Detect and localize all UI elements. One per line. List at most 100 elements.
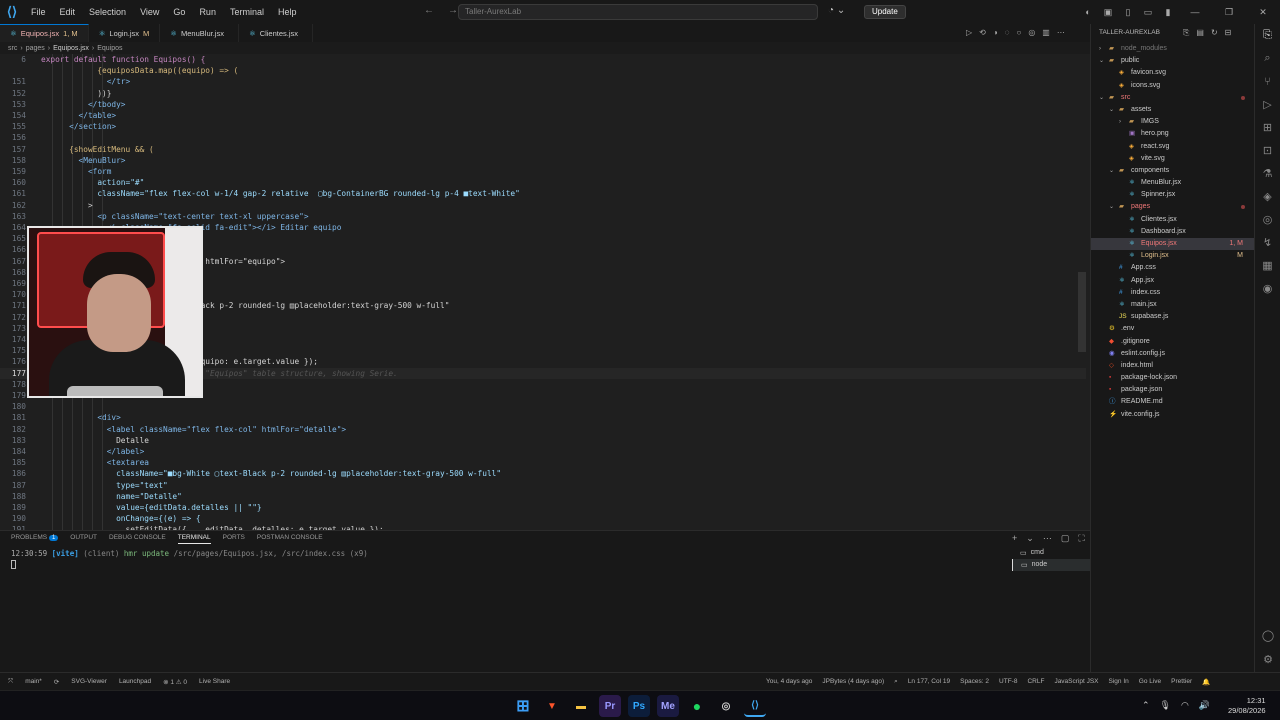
author-status[interactable]: JPBytes (4 days ago): [822, 678, 884, 686]
code-line[interactable]: 188 name="Detalle": [0, 491, 1086, 502]
remote-indicator-icon[interactable]: ⤧: [8, 678, 13, 686]
explorer-item[interactable]: ⌄ ▰ components: [1091, 165, 1255, 177]
prettier-status[interactable]: Prettier: [1171, 678, 1192, 686]
code-line[interactable]: 182 <label className="flex flex-col" htm…: [0, 424, 1086, 435]
new-folder-icon[interactable]: ▤: [1196, 28, 1204, 38]
code-line[interactable]: 155 </section>: [0, 121, 1086, 132]
explorer-item[interactable]: ◈ favicon.svg: [1091, 67, 1255, 79]
explorer-item[interactable]: ⚛ App.jsx: [1091, 275, 1255, 287]
split-terminal-icon[interactable]: ▢: [1061, 533, 1070, 544]
code-line[interactable]: 160 action="#": [0, 177, 1086, 188]
explorer-item[interactable]: ⚛ Spinner.jsx: [1091, 189, 1255, 201]
layout-icon[interactable]: ▣: [1098, 7, 1118, 18]
update-button[interactable]: Update: [864, 5, 906, 19]
editor-scrollbar[interactable]: [1078, 272, 1086, 352]
menu-item[interactable]: View: [133, 7, 166, 17]
explorer-icon[interactable]: ⎘: [1255, 24, 1280, 47]
explorer-item[interactable]: ◈ react.svg: [1091, 141, 1255, 153]
panel-tab[interactable]: POSTMAN CONSOLE: [257, 534, 323, 544]
editor-tab[interactable]: ⚛ Clientes.jsx: [239, 24, 314, 42]
next-change-icon[interactable]: ○: [1016, 28, 1021, 37]
branch-status[interactable]: main*: [25, 678, 42, 686]
code-line[interactable]: 180: [0, 401, 1086, 412]
panel-tab[interactable]: PROBLEMS 1: [11, 534, 59, 544]
explorer-item[interactable]: ⌄ ▰ pages: [1091, 201, 1255, 213]
code-line[interactable]: 190 onChange={(e) => {: [0, 513, 1086, 524]
menu-item[interactable]: Help: [271, 7, 304, 17]
explorer-item[interactable]: ◈ icons.svg: [1091, 80, 1255, 92]
close-window-icon[interactable]: ✕: [1246, 7, 1280, 18]
command-center-search[interactable]: Taller-AurexLab: [458, 4, 818, 20]
minimize-icon[interactable]: —: [1178, 7, 1212, 17]
signin-status[interactable]: Sign In: [1109, 678, 1129, 686]
search-icon[interactable]: ⌕: [1255, 47, 1280, 70]
git-blame-status[interactable]: You, 4 days ago: [766, 678, 812, 686]
photoshop-icon[interactable]: Ps: [628, 695, 650, 717]
panel-tab[interactable]: DEBUG CONSOLE: [109, 534, 166, 544]
remote-icon[interactable]: ⊡: [1255, 139, 1280, 162]
tray-chevron-icon[interactable]: ⌃: [1142, 700, 1150, 711]
file-explorer-icon[interactable]: ▬: [570, 695, 592, 717]
docker-icon[interactable]: ◈: [1255, 185, 1280, 208]
svg-viewer-status[interactable]: SVG-Viewer: [71, 678, 107, 686]
maximize-icon[interactable]: ❐: [1212, 7, 1246, 18]
code-line[interactable]: 6 export default function Equipos() {: [0, 54, 1086, 65]
explorer-item[interactable]: ⚛ Equipos.jsx 1, M: [1091, 238, 1255, 251]
code-line[interactable]: 186 className="■bg-White ▢text-Black p-2…: [0, 468, 1086, 479]
code-line[interactable]: 153 </tbody>: [0, 99, 1086, 110]
editor-tab[interactable]: ⚛ Login.jsx M: [89, 24, 161, 42]
terminal-output[interactable]: 12:30:59 [vite] (client) hmr update /src…: [11, 549, 368, 558]
menu-item[interactable]: Selection: [82, 7, 133, 17]
code-line[interactable]: 185 <textarea: [0, 457, 1086, 468]
back-arrow-icon[interactable]: ←: [424, 5, 434, 16]
explorer-item[interactable]: ▪ package.json: [1091, 384, 1255, 396]
sync-icon[interactable]: ⟳: [54, 678, 59, 686]
media-encoder-icon[interactable]: Me: [657, 695, 679, 717]
eol-status[interactable]: CRLF: [1027, 678, 1044, 686]
panel-tab[interactable]: OUTPUT: [70, 534, 97, 544]
indent-status[interactable]: Spaces: 2: [960, 678, 989, 686]
code-line[interactable]: 183 Detalle: [0, 435, 1086, 446]
gitlens-icon[interactable]: ◎: [1255, 208, 1280, 231]
explorer-item[interactable]: ▣ hero.png: [1091, 128, 1255, 140]
editor-tab[interactable]: ⚛ MenuBlur.jsx: [160, 24, 239, 42]
language-status[interactable]: JavaScript JSX: [1054, 678, 1098, 686]
code-line[interactable]: 161 className="flex flex-col w-1/4 gap-2…: [0, 188, 1086, 199]
more-actions-icon[interactable]: ⋯: [1057, 28, 1065, 37]
code-line[interactable]: 163 <p className="text-center text-xl up…: [0, 211, 1086, 222]
brave-browser-icon[interactable]: ▼: [541, 695, 563, 717]
encoding-status[interactable]: UTF-8: [999, 678, 1017, 686]
explorer-item[interactable]: ◉ eslint.config.js: [1091, 348, 1255, 360]
menu-item[interactable]: Edit: [53, 7, 83, 17]
terminal-dropdown-icon[interactable]: ⌄: [1026, 533, 1034, 544]
steam-icon[interactable]: ◎: [715, 695, 737, 717]
liveshare-icon[interactable]: ↯: [1255, 231, 1280, 254]
explorer-item[interactable]: ◇ index.html: [1091, 360, 1255, 372]
explorer-item[interactable]: ⚛ Clientes.jsx: [1091, 214, 1255, 226]
explorer-item[interactable]: ◈ vite.svg: [1091, 153, 1255, 165]
code-line[interactable]: 151 </tr>: [0, 76, 1086, 87]
code-line[interactable]: 162 >: [0, 200, 1086, 211]
golive-status[interactable]: Go Live: [1139, 678, 1161, 686]
explorer-item[interactable]: › ▰ node_modules: [1091, 43, 1255, 55]
explorer-item[interactable]: › ▰ IMGS: [1091, 116, 1255, 128]
menu-item[interactable]: Terminal: [223, 7, 271, 17]
spotify-icon[interactable]: ●: [686, 695, 708, 717]
explorer-item[interactable]: JS supabase.js: [1091, 311, 1255, 323]
code-line[interactable]: 158 <MenuBlur>: [0, 155, 1086, 166]
cursor-position-status[interactable]: Ln 177, Col 19: [908, 678, 950, 686]
code-line[interactable]: 154 </table>: [0, 110, 1086, 121]
explorer-item[interactable]: ◆ .gitignore: [1091, 336, 1255, 348]
explorer-item[interactable]: ⌄ ▰ src: [1091, 92, 1255, 104]
database-icon[interactable]: ▦: [1255, 254, 1280, 277]
breadcrumb-src[interactable]: src: [8, 45, 17, 52]
breadcrumb-symbol[interactable]: Equipos: [97, 45, 122, 52]
toggle-secondary-icon[interactable]: ▮: [1158, 7, 1178, 18]
explorer-item[interactable]: # index.css: [1091, 287, 1255, 299]
toggle-panel-icon[interactable]: ▭: [1138, 7, 1158, 18]
explorer-item[interactable]: ⌄ ▰ assets: [1091, 104, 1255, 116]
run-debug-icon[interactable]: ▷: [1255, 93, 1280, 116]
prev-change-icon[interactable]: ◌: [1005, 28, 1010, 37]
editor-tab[interactable]: ⚛ Equipos.jsx 1, M: [0, 24, 89, 42]
explorer-item[interactable]: ⚛ MenuBlur.jsx: [1091, 177, 1255, 189]
